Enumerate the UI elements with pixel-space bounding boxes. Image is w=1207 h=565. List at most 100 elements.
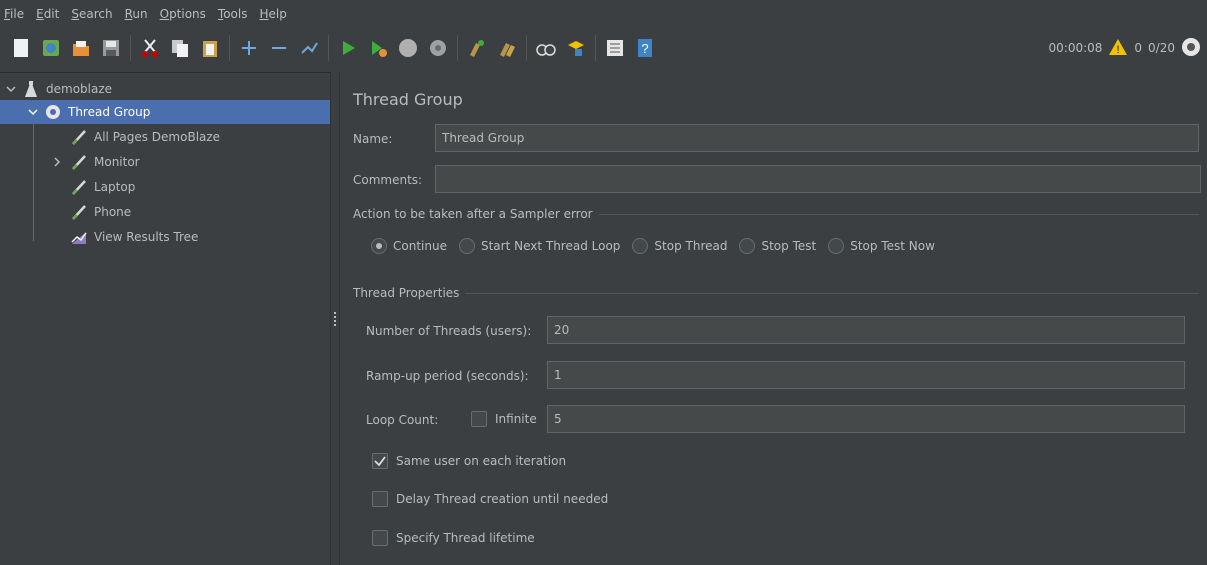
radio-label: Stop Test — [761, 239, 817, 253]
elapsed-timer: 00:00:08 — [1048, 41, 1103, 55]
page-title: Thread Group — [353, 90, 463, 109]
help-icon[interactable]: ? — [632, 35, 658, 61]
chevron-down-icon[interactable] — [4, 82, 18, 96]
radio-label: Stop Test Now — [850, 239, 935, 253]
splitter-grip[interactable] — [334, 311, 336, 326]
radio-indicator[interactable] — [371, 238, 387, 254]
toolbar-separator — [457, 35, 458, 61]
tree-node-label: Phone — [94, 205, 132, 219]
radio-indicator[interactable] — [632, 238, 649, 254]
menu-tools[interactable]: Tools — [218, 7, 248, 21]
checkmark-icon — [374, 456, 386, 467]
radio-indicator[interactable] — [739, 238, 756, 254]
function-helper-icon[interactable] — [602, 35, 628, 61]
start-no-pauses-icon[interactable] — [365, 35, 391, 61]
save-icon[interactable] — [98, 35, 124, 61]
name-label: Name: — [353, 132, 393, 146]
new-icon[interactable] — [8, 35, 34, 61]
tree-node-view-results-tree[interactable]: View Results Tree — [70, 225, 198, 249]
tree-node-label: Laptop — [94, 180, 136, 194]
tree-node-thread-group[interactable]: Thread Group — [0, 100, 330, 124]
same-user-checkbox[interactable]: Same user on each iteration — [372, 453, 566, 469]
tree-node-label: All Pages DemoBlaze — [94, 130, 221, 144]
toolbar-status: 00:00:08 ! 0 0/20 — [1049, 28, 1202, 68]
warning-icon[interactable]: ! — [1108, 38, 1128, 59]
test-plan-icon — [22, 80, 40, 98]
checkbox-indicator[interactable] — [372, 453, 388, 469]
radio-selected-dot — [376, 243, 382, 249]
chevron-right-icon[interactable] — [50, 155, 64, 169]
toolbar-separator — [595, 35, 596, 61]
menu-file[interactable]: File — [4, 7, 24, 21]
clear-all-icon[interactable] — [494, 35, 520, 61]
search-icon[interactable] — [533, 35, 559, 61]
radio-indicator[interactable] — [828, 238, 845, 254]
radio-indicator[interactable] — [458, 238, 475, 254]
section-title: Action to be taken after a Sampler error — [353, 207, 593, 221]
chevron-down-icon[interactable] — [26, 105, 40, 119]
svg-text:!: ! — [1117, 44, 1120, 56]
toggle-icon[interactable] — [296, 35, 322, 61]
panel-splitter[interactable] — [330, 72, 340, 565]
collapse-icon[interactable] — [266, 35, 292, 61]
threads-label: Number of Threads (users): — [366, 324, 532, 338]
thread-properties-section: Thread Properties — [353, 284, 1199, 302]
active-threads: 0/20 — [1148, 41, 1175, 55]
delay-thread-checkbox[interactable]: Delay Thread creation until needed — [372, 491, 608, 507]
comments-label: Comments: — [353, 173, 423, 187]
remote-status-icon — [1181, 37, 1201, 60]
tree-node-demoblaze[interactable]: demoblaze — [4, 77, 324, 101]
checkbox-indicator[interactable] — [471, 411, 487, 427]
expand-icon[interactable] — [236, 35, 262, 61]
tree-node-monitor[interactable]: Monitor — [50, 150, 140, 174]
menu-run[interactable]: Run — [125, 7, 148, 21]
stop-icon[interactable] — [395, 35, 421, 61]
tree-node-laptop[interactable]: Laptop — [70, 175, 135, 199]
templates-icon[interactable] — [38, 35, 64, 61]
menu-help[interactable]: Help — [260, 7, 287, 21]
loop-count-input[interactable] — [547, 405, 1185, 433]
menu-options[interactable]: Options — [160, 7, 206, 21]
sampler-pipette-icon — [70, 153, 88, 171]
checkbox-indicator[interactable] — [372, 530, 388, 546]
tree-node-label: View Results Tree — [94, 230, 199, 244]
radio-start-next-thread-loop[interactable]: Start Next Thread Loop — [458, 238, 620, 254]
comments-field[interactable] — [435, 165, 1201, 193]
radio-stop-test-now[interactable]: Stop Test Now — [828, 238, 935, 254]
menu-edit[interactable]: Edit — [36, 7, 59, 21]
shutdown-icon[interactable] — [425, 35, 451, 61]
paste-icon[interactable] — [197, 35, 223, 61]
section-divider — [465, 292, 1199, 294]
svg-text:?: ? — [641, 41, 648, 56]
toolbar-separator — [229, 35, 230, 61]
tree-node-phone[interactable]: Phone — [70, 200, 131, 224]
copy-icon[interactable] — [167, 35, 193, 61]
checkbox-label: Delay Thread creation until needed — [396, 492, 609, 506]
toolbar: ? 00:00:08 ! 0 0/20 — [0, 28, 1207, 68]
checkbox-indicator[interactable] — [372, 491, 388, 507]
threads-input[interactable] — [547, 316, 1185, 344]
radio-stop-test[interactable]: Stop Test — [739, 238, 816, 254]
checkbox-label: Specify Thread lifetime — [396, 531, 535, 545]
tree-node-all-pages[interactable]: All Pages DemoBlaze — [70, 125, 220, 149]
cut-icon[interactable] — [137, 35, 163, 61]
sampler-pipette-icon — [70, 203, 88, 221]
clear-icon[interactable] — [464, 35, 490, 61]
tree-node-label: Monitor — [94, 155, 140, 169]
radio-continue[interactable]: Continue — [371, 238, 447, 254]
section-title: Thread Properties — [353, 286, 460, 300]
open-icon[interactable] — [68, 35, 94, 61]
radio-stop-thread[interactable]: Stop Thread — [632, 238, 727, 254]
thread-lifetime-checkbox[interactable]: Specify Thread lifetime — [372, 530, 535, 546]
infinite-checkbox[interactable]: Infinite — [471, 411, 537, 427]
sampler-pipette-icon — [70, 128, 88, 146]
reset-search-icon[interactable] — [563, 35, 589, 61]
toolbar-separator — [526, 35, 527, 61]
rampup-input[interactable] — [547, 361, 1185, 389]
menu-bar: File Edit Search Run Options Tools Help — [0, 0, 1207, 28]
sampler-error-section: Action to be taken after a Sampler error — [353, 205, 1199, 223]
name-field[interactable] — [435, 124, 1199, 152]
sampler-error-options: Continue Start Next Thread Loop Stop Thr… — [371, 238, 947, 254]
start-icon[interactable] — [335, 35, 361, 61]
menu-search[interactable]: Search — [71, 7, 112, 21]
